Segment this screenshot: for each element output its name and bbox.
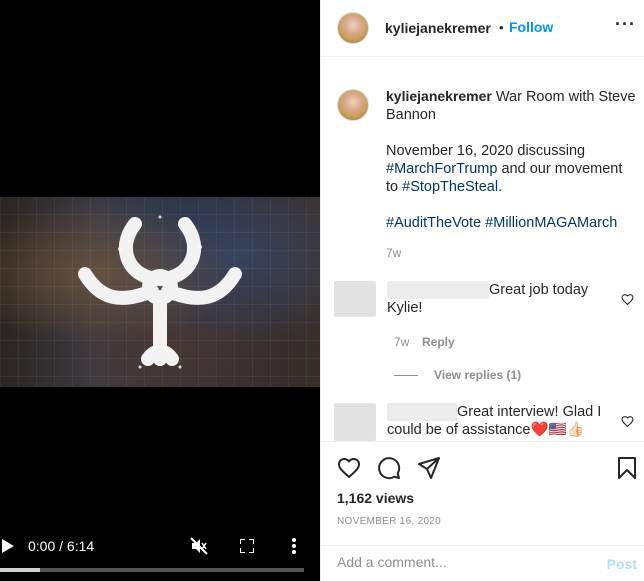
replies-divider (394, 375, 418, 376)
hashtag-link[interactable]: #MarchForTrump (386, 161, 497, 177)
video-progress-fill (0, 568, 40, 572)
post-panel: kyliejanekremer • Follow ··· kyliejanekr… (320, 0, 644, 581)
more-options-icon[interactable]: ··· (615, 14, 636, 35)
redacted-username[interactable] (387, 403, 457, 422)
play-icon[interactable] (2, 539, 14, 553)
comment-avatar[interactable] (334, 281, 376, 317)
comment-item: Great job today Kylie! 7w Reply View rep… (334, 281, 634, 401)
caption-text-segment: . (498, 179, 503, 195)
header-username[interactable]: kyliejanekremer (385, 20, 491, 36)
comment-heart-icon[interactable] (621, 293, 634, 305)
avatar[interactable] (337, 12, 369, 44)
post-button[interactable]: Post (607, 556, 637, 572)
caption-text: kyliejanekremer War Room with Steve Bann… (386, 87, 636, 250)
fullscreen-icon[interactable] (240, 539, 254, 553)
comment-input[interactable] (337, 554, 587, 570)
post-header: kyliejanekremer • Follow ··· (321, 0, 644, 57)
comment-avatar[interactable] (334, 403, 376, 441)
caption-timestamp[interactable]: 7w (386, 246, 401, 260)
view-replies-button[interactable]: View replies (1) (434, 368, 521, 382)
comment-text: Great interview! Glad I could be of assi… (387, 403, 612, 439)
comment-heart-icon[interactable] (621, 415, 634, 427)
hashtag-link[interactable]: #StopTheSteal (402, 179, 498, 195)
post-actions: 1,162 views NOVEMBER 16, 2020 (321, 441, 644, 539)
reply-button[interactable]: Reply (422, 335, 455, 349)
comment-text: Great job today Kylie! (387, 281, 612, 317)
send-icon[interactable] (417, 456, 441, 480)
follow-button[interactable]: Follow (509, 19, 553, 35)
comment-item: Great interview! Glad I could be of assi… (334, 403, 634, 441)
post-date[interactable]: NOVEMBER 16, 2020 (337, 516, 441, 527)
video-time: 0:00 / 6:14 (28, 538, 95, 554)
biohazard-graphic (78, 215, 242, 369)
video-player[interactable]: 0:00 / 6:14 (0, 0, 320, 581)
add-comment-bar: Post (321, 545, 644, 581)
caption-avatar[interactable] (337, 89, 369, 121)
heart-icon[interactable] (337, 456, 361, 478)
bookmark-icon[interactable] (617, 456, 637, 480)
separator-dot: • (499, 20, 504, 35)
more-vertical-icon[interactable] (291, 537, 297, 555)
view-count[interactable]: 1,162 views (337, 490, 414, 506)
hashtag-link[interactable]: #MillionMAGAMarch (485, 215, 617, 231)
hashtag-link[interactable]: #AuditTheVote (386, 215, 481, 231)
comments-section[interactable]: kyliejanekremer War Room with Steve Bann… (321, 57, 644, 441)
caption-username[interactable]: kyliejanekremer (386, 88, 492, 104)
video-progress-bar[interactable] (0, 568, 304, 572)
redacted-username[interactable] (387, 281, 489, 300)
volume-muted-icon[interactable] (190, 537, 208, 555)
video-controls: 0:00 / 6:14 (0, 530, 320, 570)
caption-text-segment: November 16, 2020 discussing (386, 143, 586, 159)
video-frame (0, 197, 320, 387)
comment-icon[interactable] (377, 456, 401, 480)
comment-timestamp[interactable]: 7w (394, 335, 409, 349)
